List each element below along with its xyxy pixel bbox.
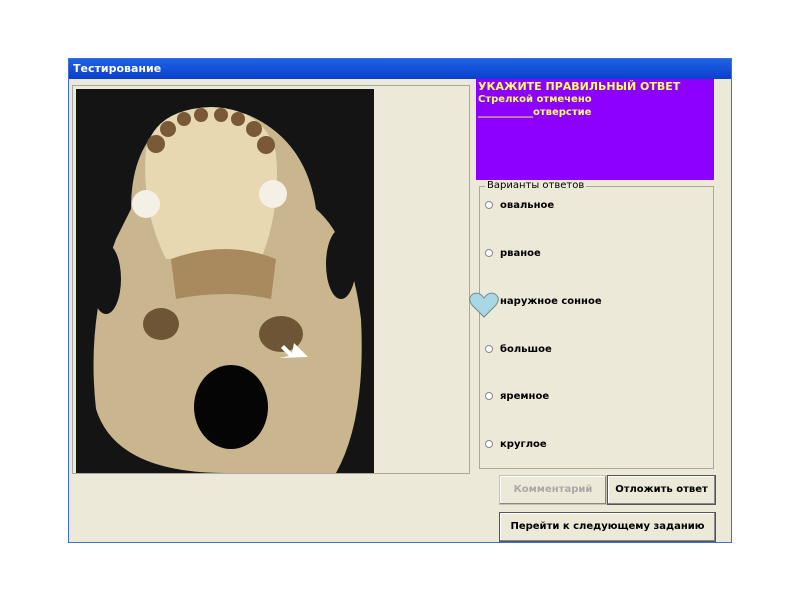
- postpone-answer-button[interactable]: Отложить ответ: [607, 475, 716, 505]
- answer-option-4[interactable]: большое: [485, 342, 552, 356]
- next-task-button[interactable]: Перейти к следующему заданию: [499, 512, 716, 542]
- radio-5[interactable]: [485, 392, 493, 400]
- comment-button[interactable]: Комментарий: [499, 475, 607, 505]
- answer-option-1[interactable]: овальное: [485, 198, 554, 212]
- skull-base-photo: [76, 89, 374, 473]
- heart-cursor-icon: [469, 292, 499, 318]
- question-line-3: ___________отверстие: [478, 107, 592, 118]
- answer-option-3[interactable]: наружное сонное: [485, 294, 602, 308]
- answer-label-4: большое: [500, 343, 552, 355]
- answer-label-1: овальное: [500, 199, 555, 211]
- question-box: УКАЖИТЕ ПРАВИЛЬНЫЙ ОТВЕТ Стрелкой отмече…: [476, 79, 714, 180]
- answer-option-5[interactable]: яремное: [485, 389, 549, 403]
- radio-4[interactable]: [485, 345, 493, 353]
- answer-label-6: круглое: [500, 438, 547, 450]
- answer-label-5: яремное: [500, 390, 550, 402]
- question-title: УКАЖИТЕ ПРАВИЛЬНЫЙ ОТВЕТ: [478, 80, 681, 93]
- answers-group: Варианты ответов овальное рваное наружно…: [479, 180, 714, 469]
- answer-label-3: наружное сонное: [500, 295, 602, 307]
- window-title: Тестирование: [69, 59, 731, 79]
- radio-1[interactable]: [485, 201, 493, 209]
- test-window: Тестирование УКАЖИТЕ ПРАВИЛЬНЫЙ ОТВЕТ Ст…: [68, 58, 732, 543]
- skull-image: [76, 89, 374, 473]
- radio-2[interactable]: [485, 249, 493, 257]
- answer-label-2: рваное: [500, 247, 541, 259]
- question-line-2: Стрелкой отмечено: [478, 94, 592, 105]
- image-panel: [72, 85, 470, 474]
- answer-option-6[interactable]: круглое: [485, 437, 547, 451]
- answer-option-2[interactable]: рваное: [485, 246, 541, 260]
- radio-6[interactable]: [485, 440, 493, 448]
- answers-legend: Варианты ответов: [485, 180, 587, 191]
